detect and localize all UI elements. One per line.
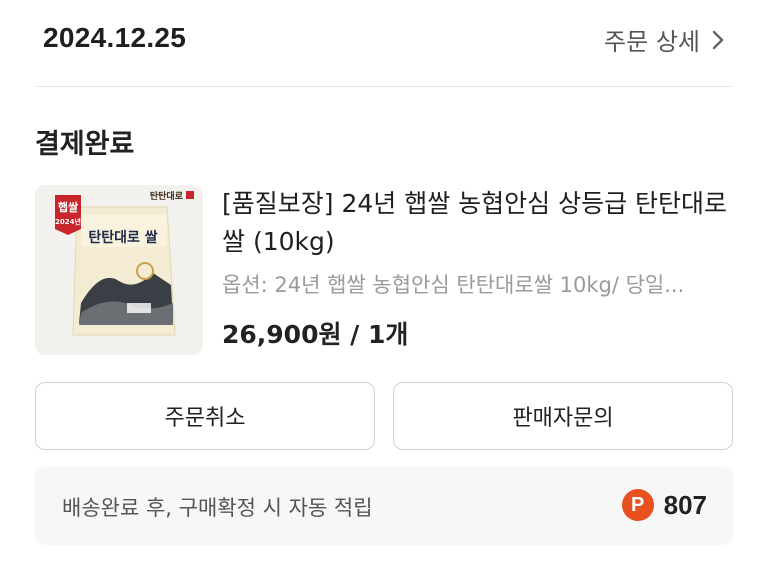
chevron-right-icon — [712, 30, 724, 49]
points-description: 배송완료 후, 구매확정 시 자동 적립 — [62, 496, 373, 520]
seller-inquiry-button[interactable]: 판매자문의 — [393, 382, 733, 450]
points-p-icon: P — [621, 489, 654, 521]
order-header: 2024.12.25 주문 상세 — [0, 0, 768, 86]
points-badge: P 807 — [621, 489, 707, 521]
order-date: 2024.12.25 — [43, 22, 187, 53]
order-status: 결제완료 — [35, 129, 135, 160]
brand-text: 탄탄대로 — [150, 190, 184, 202]
product-price-quantity: 26,900원 / 1개 — [222, 320, 409, 349]
product-thumbnail: 탄탄대로 쌀 탄탄대로 햅쌀 2024년 — [35, 185, 203, 355]
bag-label-text: 탄탄대로 쌀 — [88, 229, 157, 246]
badge-line2: 2024년 — [55, 217, 81, 226]
badge-line1: 햅쌀 — [58, 200, 78, 214]
product-item[interactable]: 탄탄대로 쌀 탄탄대로 햅쌀 2024년 [품질보장] 24년 햅쌀 농협안심 … — [35, 185, 733, 357]
rice-bag-image: 탄탄대로 쌀 탄탄대로 햅쌀 2024년 — [35, 185, 203, 355]
header-divider — [35, 86, 733, 87]
order-detail-link[interactable]: 주문 상세 — [604, 22, 728, 57]
product-option: 옵션: 24년 햅쌀 농협안심 탄탄대로쌀 10kg/ 당일... — [222, 273, 685, 297]
product-title[interactable]: [품질보장] 24년 햅쌀 농협안심 상등급 탄탄대로쌀 (10kg) — [222, 185, 733, 261]
points-info-box: 배송완료 후, 구매확정 시 자동 적립 P 807 — [35, 467, 733, 545]
cancel-order-button[interactable]: 주문취소 — [35, 382, 375, 450]
points-amount: 807 — [663, 489, 707, 520]
order-detail-label: 주문 상세 — [604, 28, 700, 56]
